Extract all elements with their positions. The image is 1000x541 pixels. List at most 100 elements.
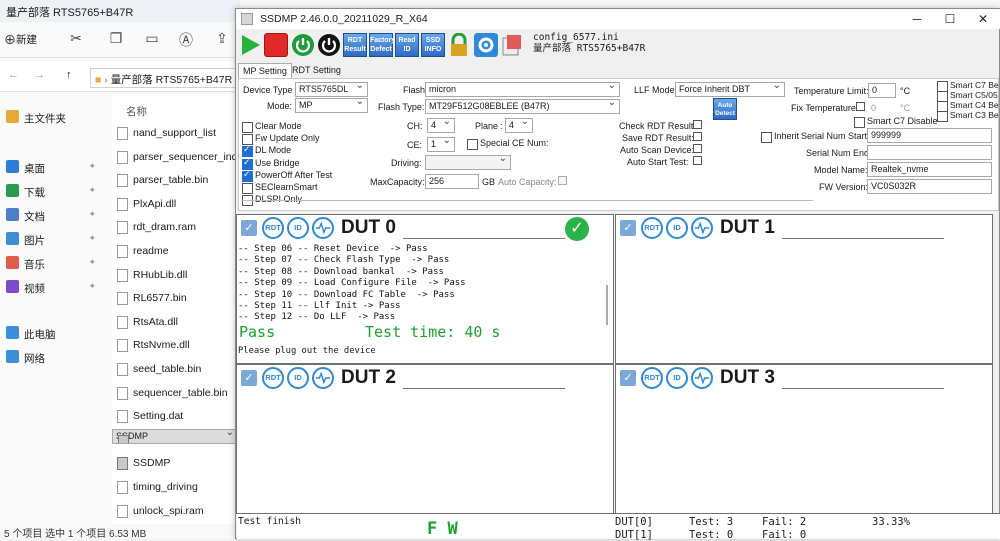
file-row[interactable]: SSDMP [112, 428, 238, 444]
model-name-input[interactable]: Realtek_nvme [867, 162, 992, 177]
option-checkbox[interactable]: Use Bridge [242, 157, 300, 170]
save-rdt-result-checkbox[interactable] [693, 132, 702, 141]
nav-item[interactable]: 图片 ✦ [0, 228, 104, 250]
ch-select[interactable]: 4 [427, 118, 455, 133]
file-row[interactable]: RtsAta.dll [112, 311, 238, 334]
rdt-icon[interactable]: RDT [262, 367, 284, 389]
rename-icon[interactable]: Ⓐ [177, 30, 195, 48]
nav-item[interactable]: 下载 ✦ [0, 180, 104, 202]
id-icon[interactable]: ID [666, 367, 688, 389]
ce-select[interactable]: 1 [427, 137, 455, 152]
rdt-icon[interactable]: RDT [262, 217, 284, 239]
file-row[interactable]: seed_table.bin [112, 358, 238, 381]
rdt-icon[interactable]: RDT [641, 367, 663, 389]
file-row[interactable]: RL6577.bin [112, 287, 238, 310]
file-row[interactable]: unlock_spi.ram [112, 500, 238, 523]
option-checkbox[interactable]: PowerOff After Test [242, 169, 332, 182]
special-ce-checkbox[interactable]: Special CE Num: [467, 138, 549, 150]
paste-icon[interactable]: ▭ [143, 30, 161, 48]
nav-item[interactable]: 音乐 ✦ [0, 252, 104, 274]
address-bar[interactable]: ■ › 量产部落 RTS5765+B47R [90, 68, 240, 88]
device-type-select[interactable]: RTS5765DL [295, 82, 368, 97]
stop-button[interactable] [264, 33, 288, 57]
tab-rdt-setting[interactable]: RDT Setting [288, 63, 345, 79]
option-checkbox[interactable]: SEClearnSmart [242, 182, 318, 194]
tab-mp-setting[interactable]: MP Setting [238, 63, 292, 79]
dut-scrollbar[interactable] [604, 255, 610, 355]
new-icon[interactable]: ⊕ [4, 31, 16, 48]
dut-select-checkbox[interactable]: ✓ [620, 370, 636, 386]
rdt-result-button[interactable]: RDT Result [343, 33, 367, 57]
llf-mode-select[interactable]: Force Inherit DBT [675, 82, 785, 97]
file-row[interactable]: RtsNvme.dll [112, 334, 238, 357]
up-icon[interactable]: ↑ [66, 69, 72, 81]
plane-select[interactable]: 4 [505, 118, 533, 133]
mode-select[interactable]: MP [295, 98, 368, 113]
smart-c7-disable-checkbox[interactable]: Smart C7 Disable [854, 116, 938, 128]
settings-slider-track[interactable] [241, 200, 813, 206]
nav-item[interactable]: 网络 [0, 346, 104, 368]
rdt-icon[interactable]: RDT [641, 217, 663, 239]
file-row[interactable]: readme [112, 240, 238, 263]
share-icon[interactable]: ⇪ [213, 30, 231, 48]
id-icon[interactable]: ID [666, 217, 688, 239]
wave-icon[interactable] [312, 367, 334, 389]
nav-item[interactable]: 此电脑 [0, 322, 104, 344]
close-button[interactable]: ✕ [966, 9, 1000, 29]
id-icon[interactable]: ID [287, 367, 309, 389]
check-rdt-result-checkbox[interactable] [693, 120, 702, 129]
dut-select-checkbox[interactable]: ✓ [241, 220, 257, 236]
auto-capacity-checkbox[interactable] [558, 176, 567, 185]
start-icon[interactable] [238, 33, 262, 57]
nav-item[interactable]: 桌面 ✦ [0, 156, 104, 178]
fix-temperature-checkbox[interactable] [856, 102, 865, 111]
settings-gear-icon[interactable] [474, 33, 498, 57]
nav-item[interactable]: 文档 ✦ [0, 204, 104, 226]
inherit-checkbox[interactable]: Inherit [761, 131, 799, 143]
wave-icon[interactable] [312, 217, 334, 239]
auto-scan-device-checkbox[interactable] [693, 144, 702, 153]
file-row[interactable]: rdt_dram.ram [112, 216, 238, 239]
load-config-icon[interactable] [500, 33, 524, 57]
new-button[interactable]: 新建 [16, 32, 37, 47]
dut-select-checkbox[interactable]: ✓ [620, 220, 636, 236]
cut-icon[interactable]: ✂ [67, 30, 85, 48]
option-checkbox[interactable]: Fw Update Only [242, 133, 320, 146]
copy-icon[interactable]: ❐ [107, 30, 125, 48]
flash-select[interactable]: micron [425, 82, 620, 97]
power-on-icon[interactable] [291, 33, 315, 57]
file-row[interactable]: parser_sequencer_inde [112, 146, 238, 169]
factory-defect-button[interactable]: Factory Defect [369, 33, 395, 57]
ssd-info-button[interactable]: SSD INFO [421, 33, 445, 57]
dut-select-checkbox[interactable]: ✓ [241, 370, 257, 386]
nav-item[interactable]: 视频 ✦ [0, 276, 104, 298]
option-checkbox[interactable]: DL Mode [242, 144, 291, 158]
flash-type-select[interactable]: MT29F512G08EBLEE (B47R) [425, 99, 620, 114]
column-header-name[interactable]: 名称 [126, 104, 147, 119]
file-row[interactable]: nand_support_list [112, 122, 238, 145]
wave-icon[interactable] [691, 217, 713, 239]
read-id-button[interactable]: Read ID [395, 33, 419, 57]
fix-temperature-value[interactable]: 0 [871, 103, 876, 113]
file-row[interactable]: sequencer_table.bin [112, 382, 238, 405]
smart-checkbox[interactable]: Smart C3 Be [937, 110, 999, 122]
driving-select[interactable] [425, 155, 511, 170]
nav-item[interactable]: 主文件夹 [0, 106, 104, 128]
max-capacity-input[interactable]: 256 [425, 174, 479, 189]
auto-detect-button[interactable]: Auto Detect [713, 98, 737, 120]
id-icon[interactable]: ID [287, 217, 309, 239]
minimize-button[interactable]: ─ [900, 9, 934, 29]
file-row[interactable]: Setting.dat [112, 405, 238, 428]
fw-version-input[interactable]: VC0S032R [867, 179, 992, 194]
forward-icon[interactable]: → [34, 69, 45, 81]
maximize-button[interactable]: ☐ [933, 9, 967, 29]
file-row[interactable]: timing_driving [112, 476, 238, 499]
file-row[interactable]: SSDMP [112, 452, 238, 475]
auto-start-test-checkbox[interactable] [693, 156, 702, 165]
back-icon[interactable]: ← [8, 69, 19, 81]
power-off-icon[interactable] [317, 33, 341, 57]
option-checkbox[interactable]: Clear Mode [242, 121, 302, 133]
temperature-limit-input[interactable]: 0 [868, 83, 896, 98]
file-row[interactable]: RHubLib.dll [112, 264, 238, 287]
file-row[interactable]: PlxApi.dll [112, 193, 238, 216]
